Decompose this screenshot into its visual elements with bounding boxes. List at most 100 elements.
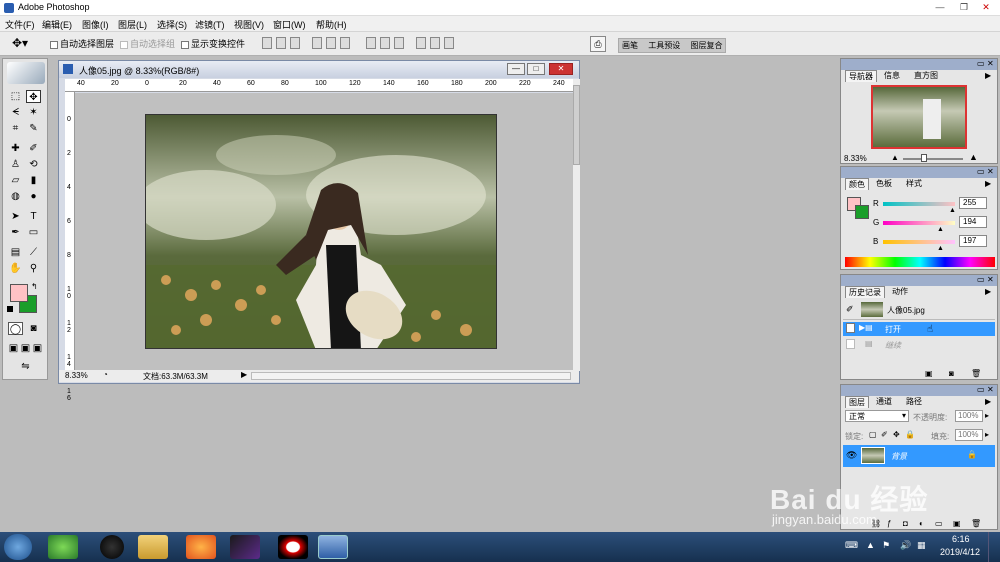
tab-histogram[interactable]: 直方图 — [911, 70, 941, 82]
new-snapshot-icon[interactable]: ◙ — [949, 369, 954, 378]
jump-to-imageready-icon[interactable]: ⇋ — [18, 360, 33, 373]
layers-menu-icon[interactable]: ▶ — [985, 397, 991, 406]
history-snapshot-row[interactable]: ✐ 人像05.jpg — [843, 300, 995, 320]
taskbar-date[interactable]: 2019/4/12 — [940, 547, 980, 557]
red-slider-thumb[interactable]: ▲ — [949, 207, 956, 214]
green-value-input[interactable]: 194 — [959, 216, 987, 228]
color-background-swatch[interactable] — [855, 205, 869, 219]
color-collapse-button[interactable]: ▭ — [977, 167, 985, 176]
tray-expand-icon[interactable]: ▲ — [866, 540, 875, 550]
blue-slider[interactable] — [883, 240, 955, 244]
taskbar-360-icon[interactable] — [48, 535, 78, 559]
doc-maximize-button[interactable]: □ — [527, 63, 545, 75]
brush-tool-icon[interactable]: ✐ — [26, 142, 41, 155]
menu-select[interactable]: 选择(S) — [157, 18, 187, 31]
hand-tool-icon[interactable]: ✋ — [8, 262, 23, 275]
color-close-button[interactable]: ✕ — [987, 167, 994, 176]
zoom-slider-thumb[interactable] — [921, 154, 927, 162]
navigator-panel-header[interactable]: ▭ ✕ — [841, 59, 997, 70]
taskbar-qq-icon[interactable] — [100, 535, 124, 559]
show-transform-option[interactable]: 显示变换控件 — [181, 37, 245, 50]
history-panel-header[interactable]: ▭ ✕ — [841, 275, 997, 286]
taskbar-recorder-icon[interactable] — [278, 535, 308, 559]
dodge-tool-icon[interactable]: ● — [26, 190, 41, 203]
tray-flag-icon[interactable]: ⚑ — [882, 540, 890, 551]
history-item-open[interactable]: ▶▤ 打开 ☝ — [843, 322, 995, 336]
blue-value-input[interactable]: 197 — [959, 235, 987, 247]
delete-layer-icon[interactable]: 🗑 — [971, 519, 981, 528]
red-slider[interactable] — [883, 202, 955, 206]
fill-arrow-icon[interactable]: ▸ — [985, 430, 989, 439]
history-source-checkbox-2[interactable] — [846, 339, 855, 349]
adjustment-layer-icon[interactable]: ◐ — [919, 519, 924, 528]
align-right-icon[interactable] — [340, 37, 350, 49]
layer-style-icon[interactable]: ƒ — [887, 519, 891, 528]
align-bottom-icon[interactable] — [290, 37, 300, 49]
navigator-collapse-button[interactable]: ▭ — [977, 59, 985, 68]
navigator-zoom[interactable]: 8.33% — [844, 154, 867, 163]
restore-button[interactable]: ❐ — [954, 0, 974, 14]
tab-swatches[interactable]: 色板 — [873, 178, 895, 190]
new-layer-icon[interactable]: ▣ — [953, 519, 961, 528]
color-menu-icon[interactable]: ▶ — [985, 179, 991, 188]
gradient-tool-icon[interactable]: ▮ — [26, 174, 41, 187]
document-image[interactable] — [145, 114, 497, 349]
navigator-close-button[interactable]: ✕ — [987, 59, 994, 68]
eyedropper-tool-icon[interactable]: ⟋ — [26, 246, 41, 259]
well-tab-layer-comps[interactable]: 图层复合 — [690, 41, 722, 50]
menu-view[interactable]: 视图(V) — [234, 18, 264, 31]
distribute-vcenter-icon[interactable] — [380, 37, 390, 49]
document-title-bar[interactable]: 人像05.jpg @ 8.33%(RGB/8#) — □ ✕ — [59, 61, 579, 78]
opacity-arrow-icon[interactable]: ▸ — [985, 411, 989, 420]
tab-color[interactable]: 颜色 — [845, 178, 869, 190]
healing-brush-icon[interactable]: ✚ — [8, 142, 23, 155]
notes-tool-icon[interactable]: ▤ — [8, 246, 23, 259]
tray-volume-icon[interactable]: 🔊 — [900, 540, 911, 551]
show-desktop-button[interactable] — [988, 532, 1000, 562]
tab-layers[interactable]: 图层 — [845, 396, 869, 408]
snapshot-brush-icon[interactable]: ✐ — [846, 304, 854, 315]
tray-network-icon[interactable]: ▦ — [917, 540, 926, 551]
pen-tool-icon[interactable]: ✒ — [8, 226, 23, 239]
tab-history[interactable]: 历史记录 — [845, 286, 885, 298]
zoom-in-icon[interactable]: ▲ — [969, 152, 978, 162]
move-tool-preset-icon[interactable]: ✥▾ — [12, 36, 28, 50]
zoom-tool-icon[interactable]: ⚲ — [26, 262, 41, 275]
blue-slider-thumb[interactable]: ▲ — [937, 245, 944, 252]
doc-horizontal-scrollbar[interactable] — [251, 372, 571, 380]
new-document-from-state-icon[interactable]: ▣ — [925, 369, 933, 378]
status-menu-arrow-icon[interactable]: ▶ — [241, 370, 247, 379]
menu-edit[interactable]: 编辑(E) — [42, 18, 72, 31]
marquee-tool-icon[interactable]: ⬚ — [8, 90, 23, 103]
green-slider[interactable] — [883, 221, 955, 225]
status-arrow-icon[interactable]: ◔ — [103, 370, 108, 379]
layer-row-background[interactable]: 👁 背景 🔒 — [843, 445, 995, 467]
magic-wand-tool-icon[interactable]: ✶ — [26, 106, 41, 119]
menu-file[interactable]: 文件(F) — [5, 18, 35, 31]
blur-tool-icon[interactable]: ◍ — [8, 190, 23, 203]
swap-colors-icon[interactable]: ↰ — [31, 282, 38, 291]
distribute-right-icon[interactable] — [444, 37, 454, 49]
tab-info[interactable]: 信息 — [881, 70, 903, 82]
taskbar-photoshop-icon[interactable] — [318, 535, 348, 559]
doc-vertical-scrollbar[interactable] — [573, 79, 580, 371]
align-left-icon[interactable] — [312, 37, 322, 49]
clone-stamp-icon[interactable]: ♙ — [8, 158, 23, 171]
menu-help[interactable]: 帮助(H) — [316, 18, 347, 31]
history-close-button[interactable]: ✕ — [987, 275, 994, 284]
well-tab-brushes[interactable]: 画笔 — [622, 41, 638, 50]
history-source-checkbox[interactable] — [846, 323, 855, 333]
tab-navigator[interactable]: 导航器 — [845, 70, 877, 82]
taskbar-time[interactable]: 6:16 — [952, 534, 970, 544]
distribute-hcenter-icon[interactable] — [430, 37, 440, 49]
navigator-thumbnail[interactable] — [871, 85, 967, 149]
screen-mode-full-icon[interactable]: ▣ — [30, 342, 45, 355]
zoom-slider[interactable] — [903, 158, 963, 160]
align-hcenter-icon[interactable] — [326, 37, 336, 49]
close-button[interactable]: ✕ — [976, 0, 996, 14]
history-collapse-button[interactable]: ▭ — [977, 275, 985, 284]
auto-select-group-option[interactable]: 自动选择组 — [120, 37, 175, 50]
menu-filter[interactable]: 滤镜(T) — [195, 18, 225, 31]
navigator-menu-icon[interactable]: ▶ — [985, 71, 991, 80]
layer-visibility-eye-icon[interactable]: 👁 — [846, 450, 857, 461]
